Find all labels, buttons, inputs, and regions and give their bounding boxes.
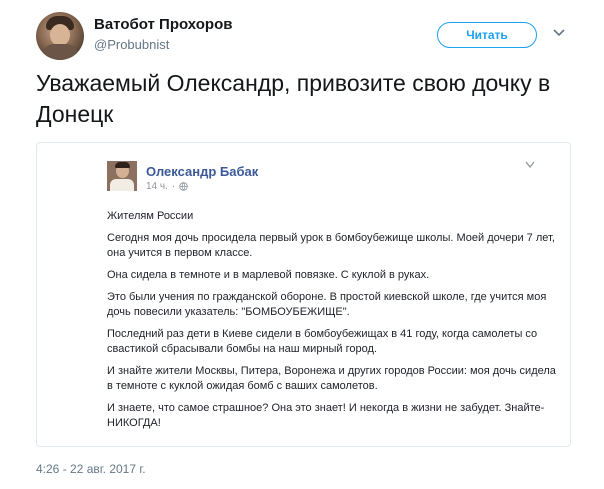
chevron-down-icon[interactable] [552, 26, 566, 40]
post-paragraph: Жителям России [107, 210, 194, 222]
post-author-name: Олександр Бабак [146, 164, 259, 179]
post-options-chevron-icon [525, 161, 535, 169]
tweet-text: Уважаемый Олександр, привозите свою дочк… [36, 70, 551, 127]
globe-icon [179, 182, 188, 191]
post-paragraph: И знаете, что самое страшное? Она это зн… [107, 402, 545, 429]
post-body: Жителям России Сегодня моя дочь просидел… [107, 209, 562, 438]
post-time: 14 ч. [146, 181, 168, 192]
post-paragraph: Это были учения по гражданской обороне. … [107, 291, 547, 318]
tweet-header: Ватобот Прохоров @Probubnist Читать [36, 12, 586, 60]
embedded-screenshot[interactable]: Олександр Бабак 14 ч. · Жителям России С… [36, 142, 571, 447]
post-meta-separator: · [171, 181, 176, 192]
post-meta: 14 ч. · [146, 181, 188, 192]
follow-button[interactable]: Читать [437, 22, 537, 48]
author-screen-name[interactable]: @Probubnist [94, 37, 169, 52]
author-display-name[interactable]: Ватобот Прохоров [94, 16, 232, 33]
post-paragraph: Сегодня моя дочь просидела первый урок в… [107, 232, 555, 259]
post-paragraph: Последний раз дети в Киеве сидели в бомб… [107, 328, 538, 355]
post-paragraph: Она сидела в темноте и в марлевой повязк… [107, 269, 430, 281]
author-avatar[interactable] [36, 12, 84, 60]
post-author-avatar [107, 161, 137, 191]
tweet-timestamp[interactable]: 4:26 - 22 авг. 2017 г. [36, 462, 146, 476]
post-paragraph: И знайте жители Москвы, Питера, Воронежа… [107, 365, 556, 392]
